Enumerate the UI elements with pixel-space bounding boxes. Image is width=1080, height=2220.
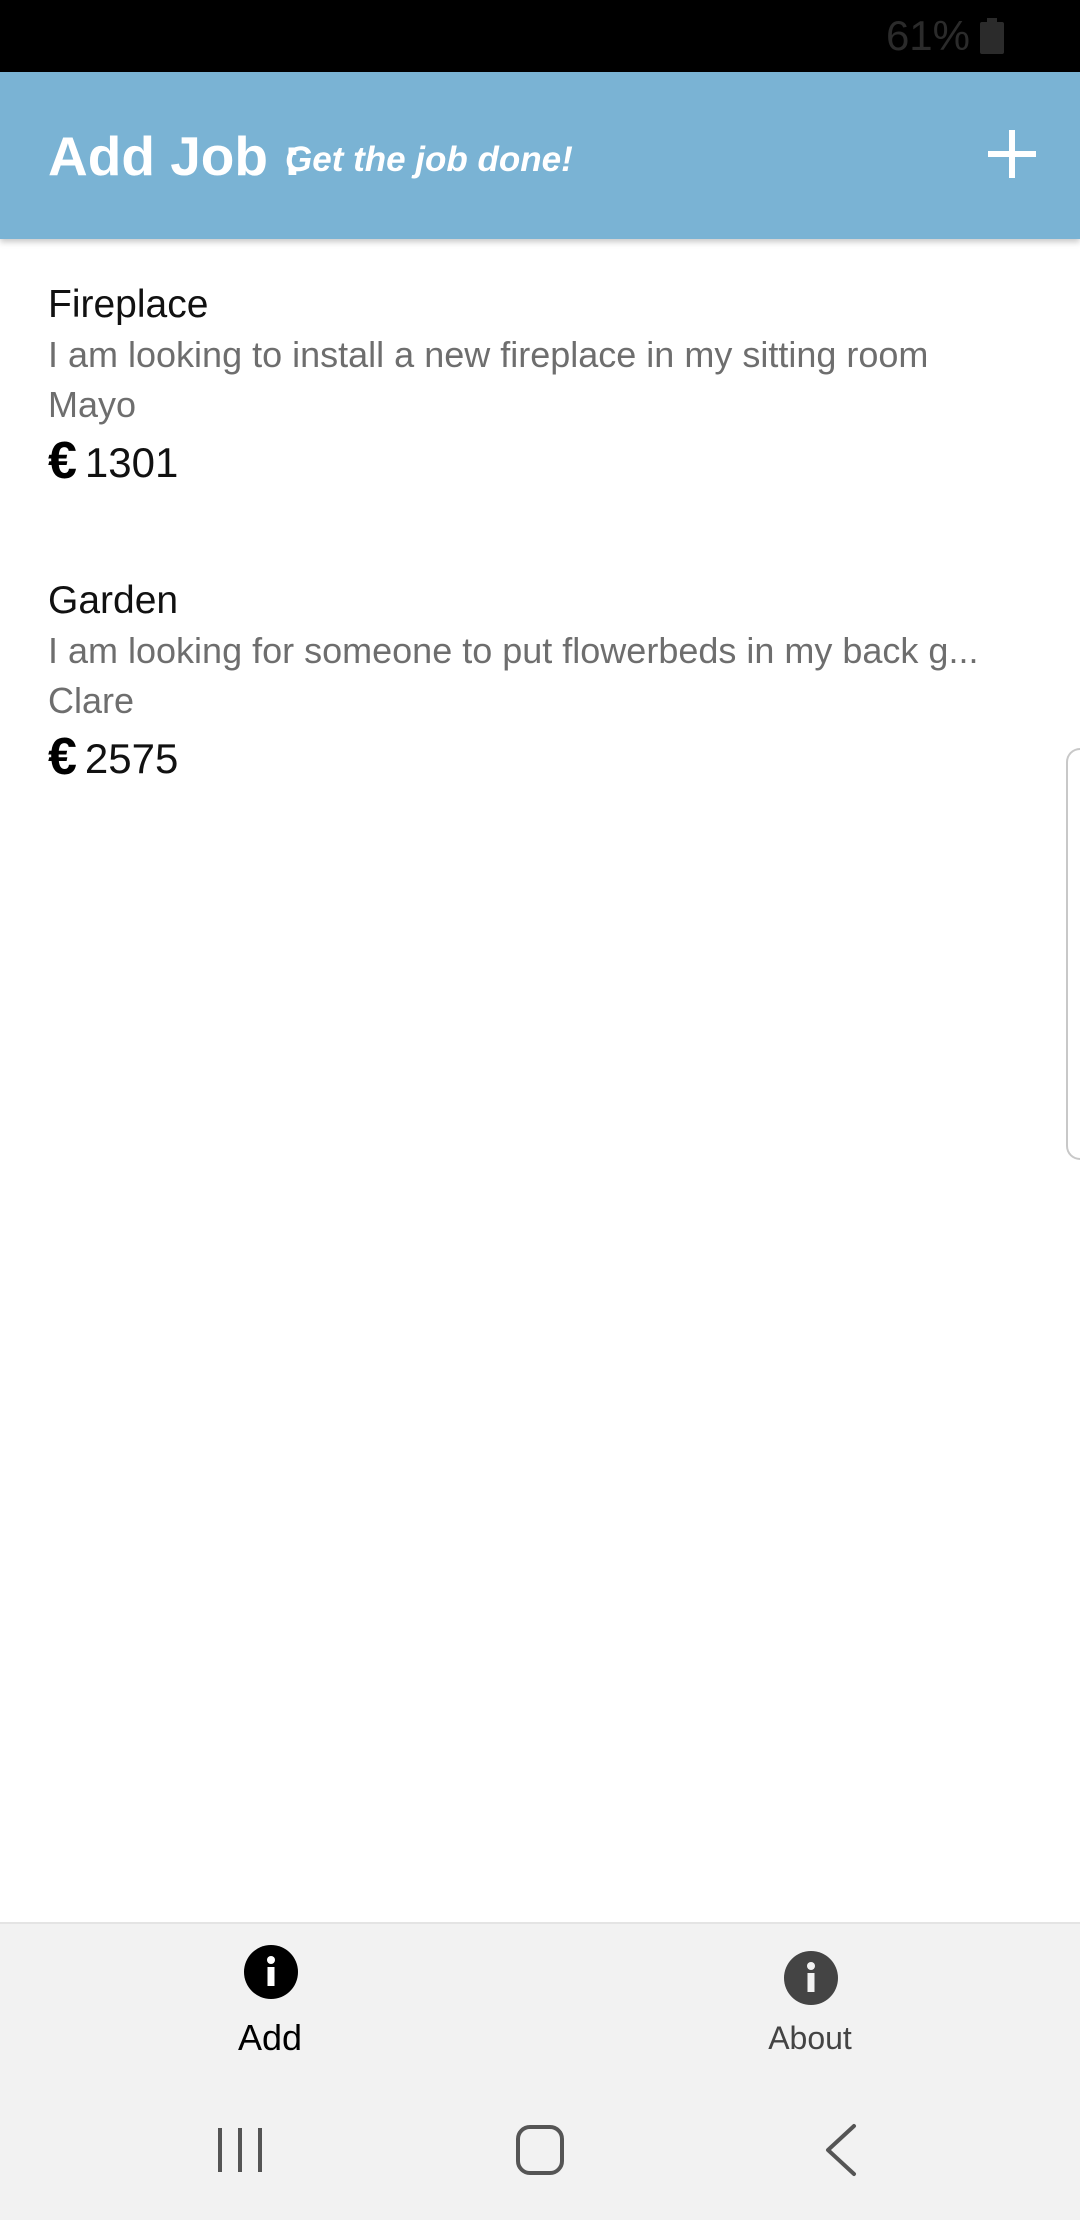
tab-label: About (768, 2020, 852, 2056)
job-price: 2575 (84, 735, 179, 782)
job-location: Clare (48, 680, 135, 721)
job-title: Fireplace (48, 283, 209, 326)
page-subtitle: Get the job done! (285, 140, 573, 179)
screen: 61% Add Job : Get the job done! Fireplac… (0, 0, 1080, 2220)
job-list-item-garden[interactable]: Garden I am looking for someone to put f… (48, 577, 1048, 797)
recents-icon[interactable] (200, 2110, 280, 2190)
tab-add[interactable]: Add (0, 1924, 540, 2082)
info-icon (244, 1945, 298, 1999)
job-price: 1301 (84, 439, 179, 486)
info-icon (784, 1951, 838, 2005)
plus-icon[interactable] (982, 124, 1042, 184)
page-title: Add Job : (48, 125, 302, 187)
euro-icon: € (48, 728, 77, 786)
job-list-item-fireplace[interactable]: Fireplace I am looking to install a new … (48, 281, 1048, 501)
job-price-row: €2575 (48, 727, 178, 787)
app-header: Add Job : Get the job done! (0, 72, 1080, 239)
system-nav-bar (0, 2080, 1080, 2220)
job-location: Mayo (48, 384, 137, 425)
home-icon[interactable] (500, 2110, 580, 2190)
job-description: I am looking to install a new fireplace … (48, 334, 929, 375)
status-bar: 61% (0, 0, 1080, 72)
battery-percentage: 61% (885, 12, 970, 59)
back-icon[interactable] (802, 2110, 882, 2190)
bottom-tab-bar: Add About (0, 1922, 1080, 2080)
job-description: I am looking for someone to put flowerbe… (48, 630, 979, 671)
euro-icon: € (48, 432, 77, 490)
job-price-row: €1301 (48, 431, 178, 491)
tab-about[interactable]: About (540, 1924, 1080, 2082)
job-title: Garden (48, 579, 179, 622)
battery-icon (980, 18, 1004, 54)
tab-label: Add (237, 2017, 303, 2058)
edge-panel-handle[interactable] (1066, 748, 1080, 1160)
